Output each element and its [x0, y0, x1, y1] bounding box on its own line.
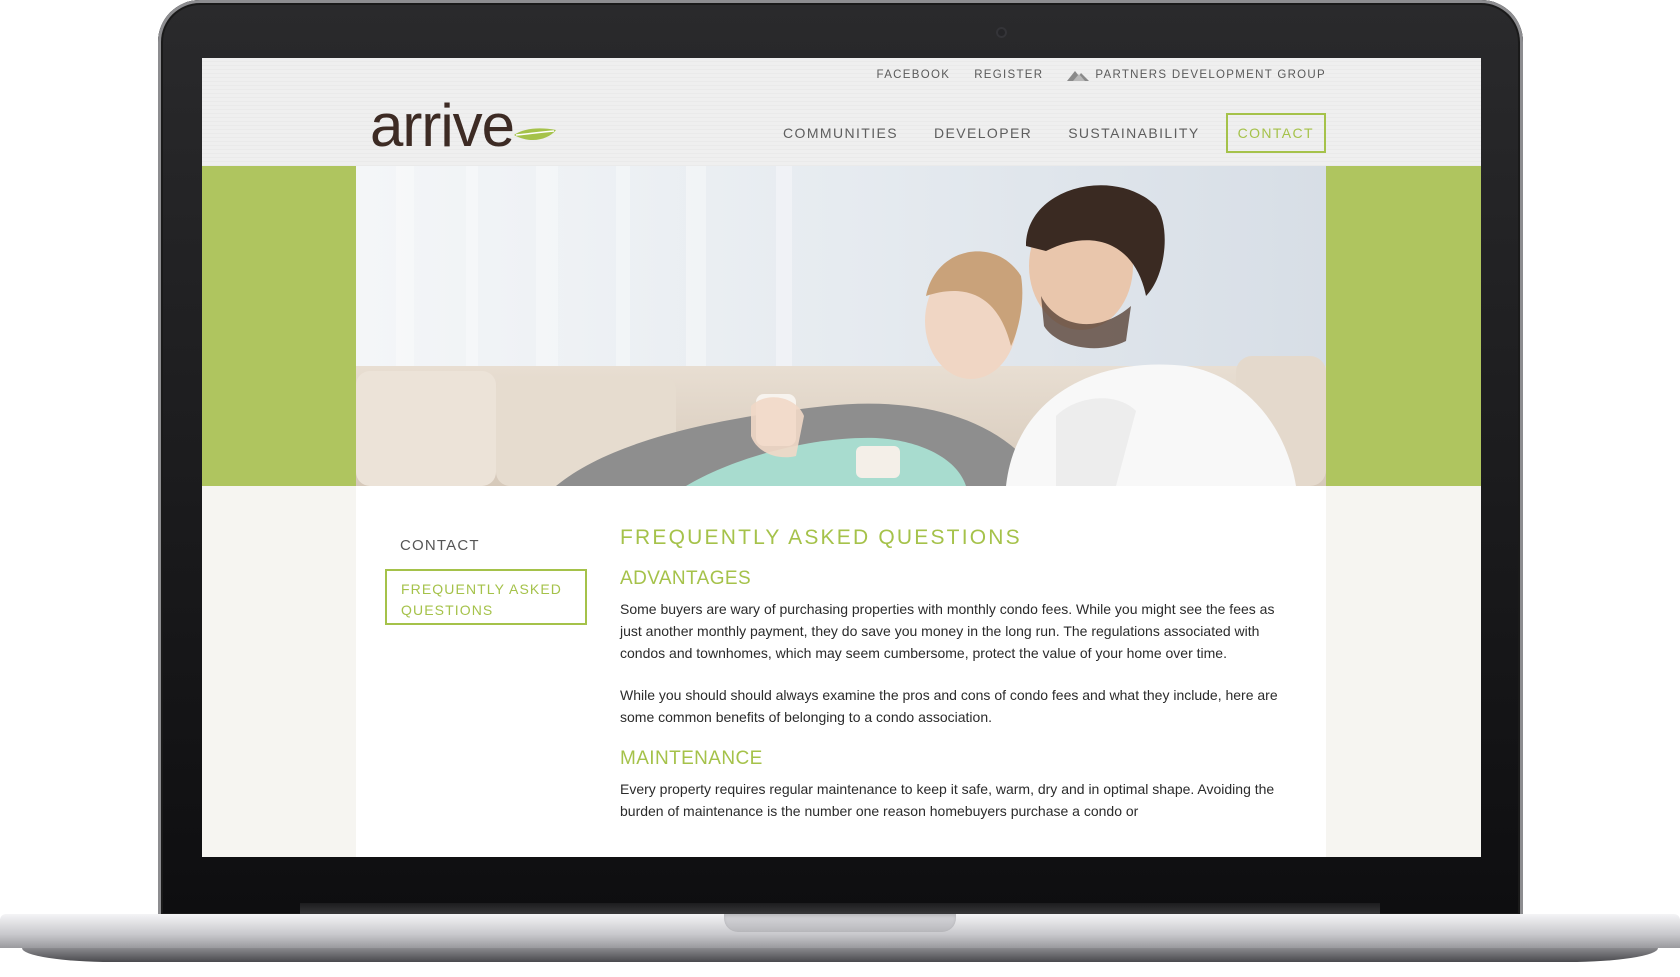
main-nav: COMMUNITIES DEVELOPER SUSTAINABILITY CON… [765, 113, 1326, 153]
nav-developer[interactable]: DEVELOPER [916, 114, 1050, 152]
partners-label: PARTNERS DEVELOPMENT GROUP [1095, 69, 1326, 81]
register-link[interactable]: REGISTER [974, 69, 1043, 81]
faq-article: FREQUENTLY ASKED QUESTIONS ADVANTAGES So… [620, 526, 1300, 842]
trackpad-notch [724, 914, 956, 932]
content-area: CONTACT FREQUENTLY ASKED QUESTIONS FREQU… [202, 486, 1481, 857]
page-title: FREQUENTLY ASKED QUESTIONS [620, 526, 1022, 549]
nav-contact[interactable]: CONTACT [1225, 113, 1326, 153]
camera-icon [996, 27, 1007, 38]
partners-development-group-link[interactable]: PARTNERS DEVELOPMENT GROUP [1067, 69, 1326, 81]
sidebar-item-faq[interactable]: FREQUENTLY ASKED QUESTIONS [385, 569, 587, 625]
utility-nav: FACEBOOK REGISTER PARTNERS DEVELOPMENT G… [877, 64, 1326, 86]
facebook-link[interactable]: FACEBOOK [877, 69, 951, 81]
section-heading-advantages: ADVANTAGES [620, 568, 752, 589]
paragraph: While you should should always examine t… [620, 687, 1278, 725]
paragraph: Some buyers are wary of purchasing prope… [620, 601, 1275, 661]
site-header: FACEBOOK REGISTER PARTNERS DEVELOPMENT G… [202, 58, 1481, 166]
nav-sustainability[interactable]: SUSTAINABILITY [1050, 114, 1217, 152]
browser-screen: FACEBOOK REGISTER PARTNERS DEVELOPMENT G… [202, 58, 1481, 857]
arrive-logo[interactable]: arrive [370, 96, 515, 156]
hero-image [356, 166, 1326, 486]
couple-on-sofa-illustration [356, 166, 1326, 486]
leaf-icon [514, 128, 556, 141]
nav-communities[interactable]: COMMUNITIES [765, 114, 916, 152]
partners-logo-icon [1067, 71, 1090, 81]
laptop-base [0, 914, 1680, 977]
section-heading-maintenance: MAINTENANCE [620, 748, 763, 769]
sidebar-item-contact[interactable]: CONTACT [400, 537, 480, 554]
paragraph: Every property requires regular maintena… [620, 781, 1275, 819]
